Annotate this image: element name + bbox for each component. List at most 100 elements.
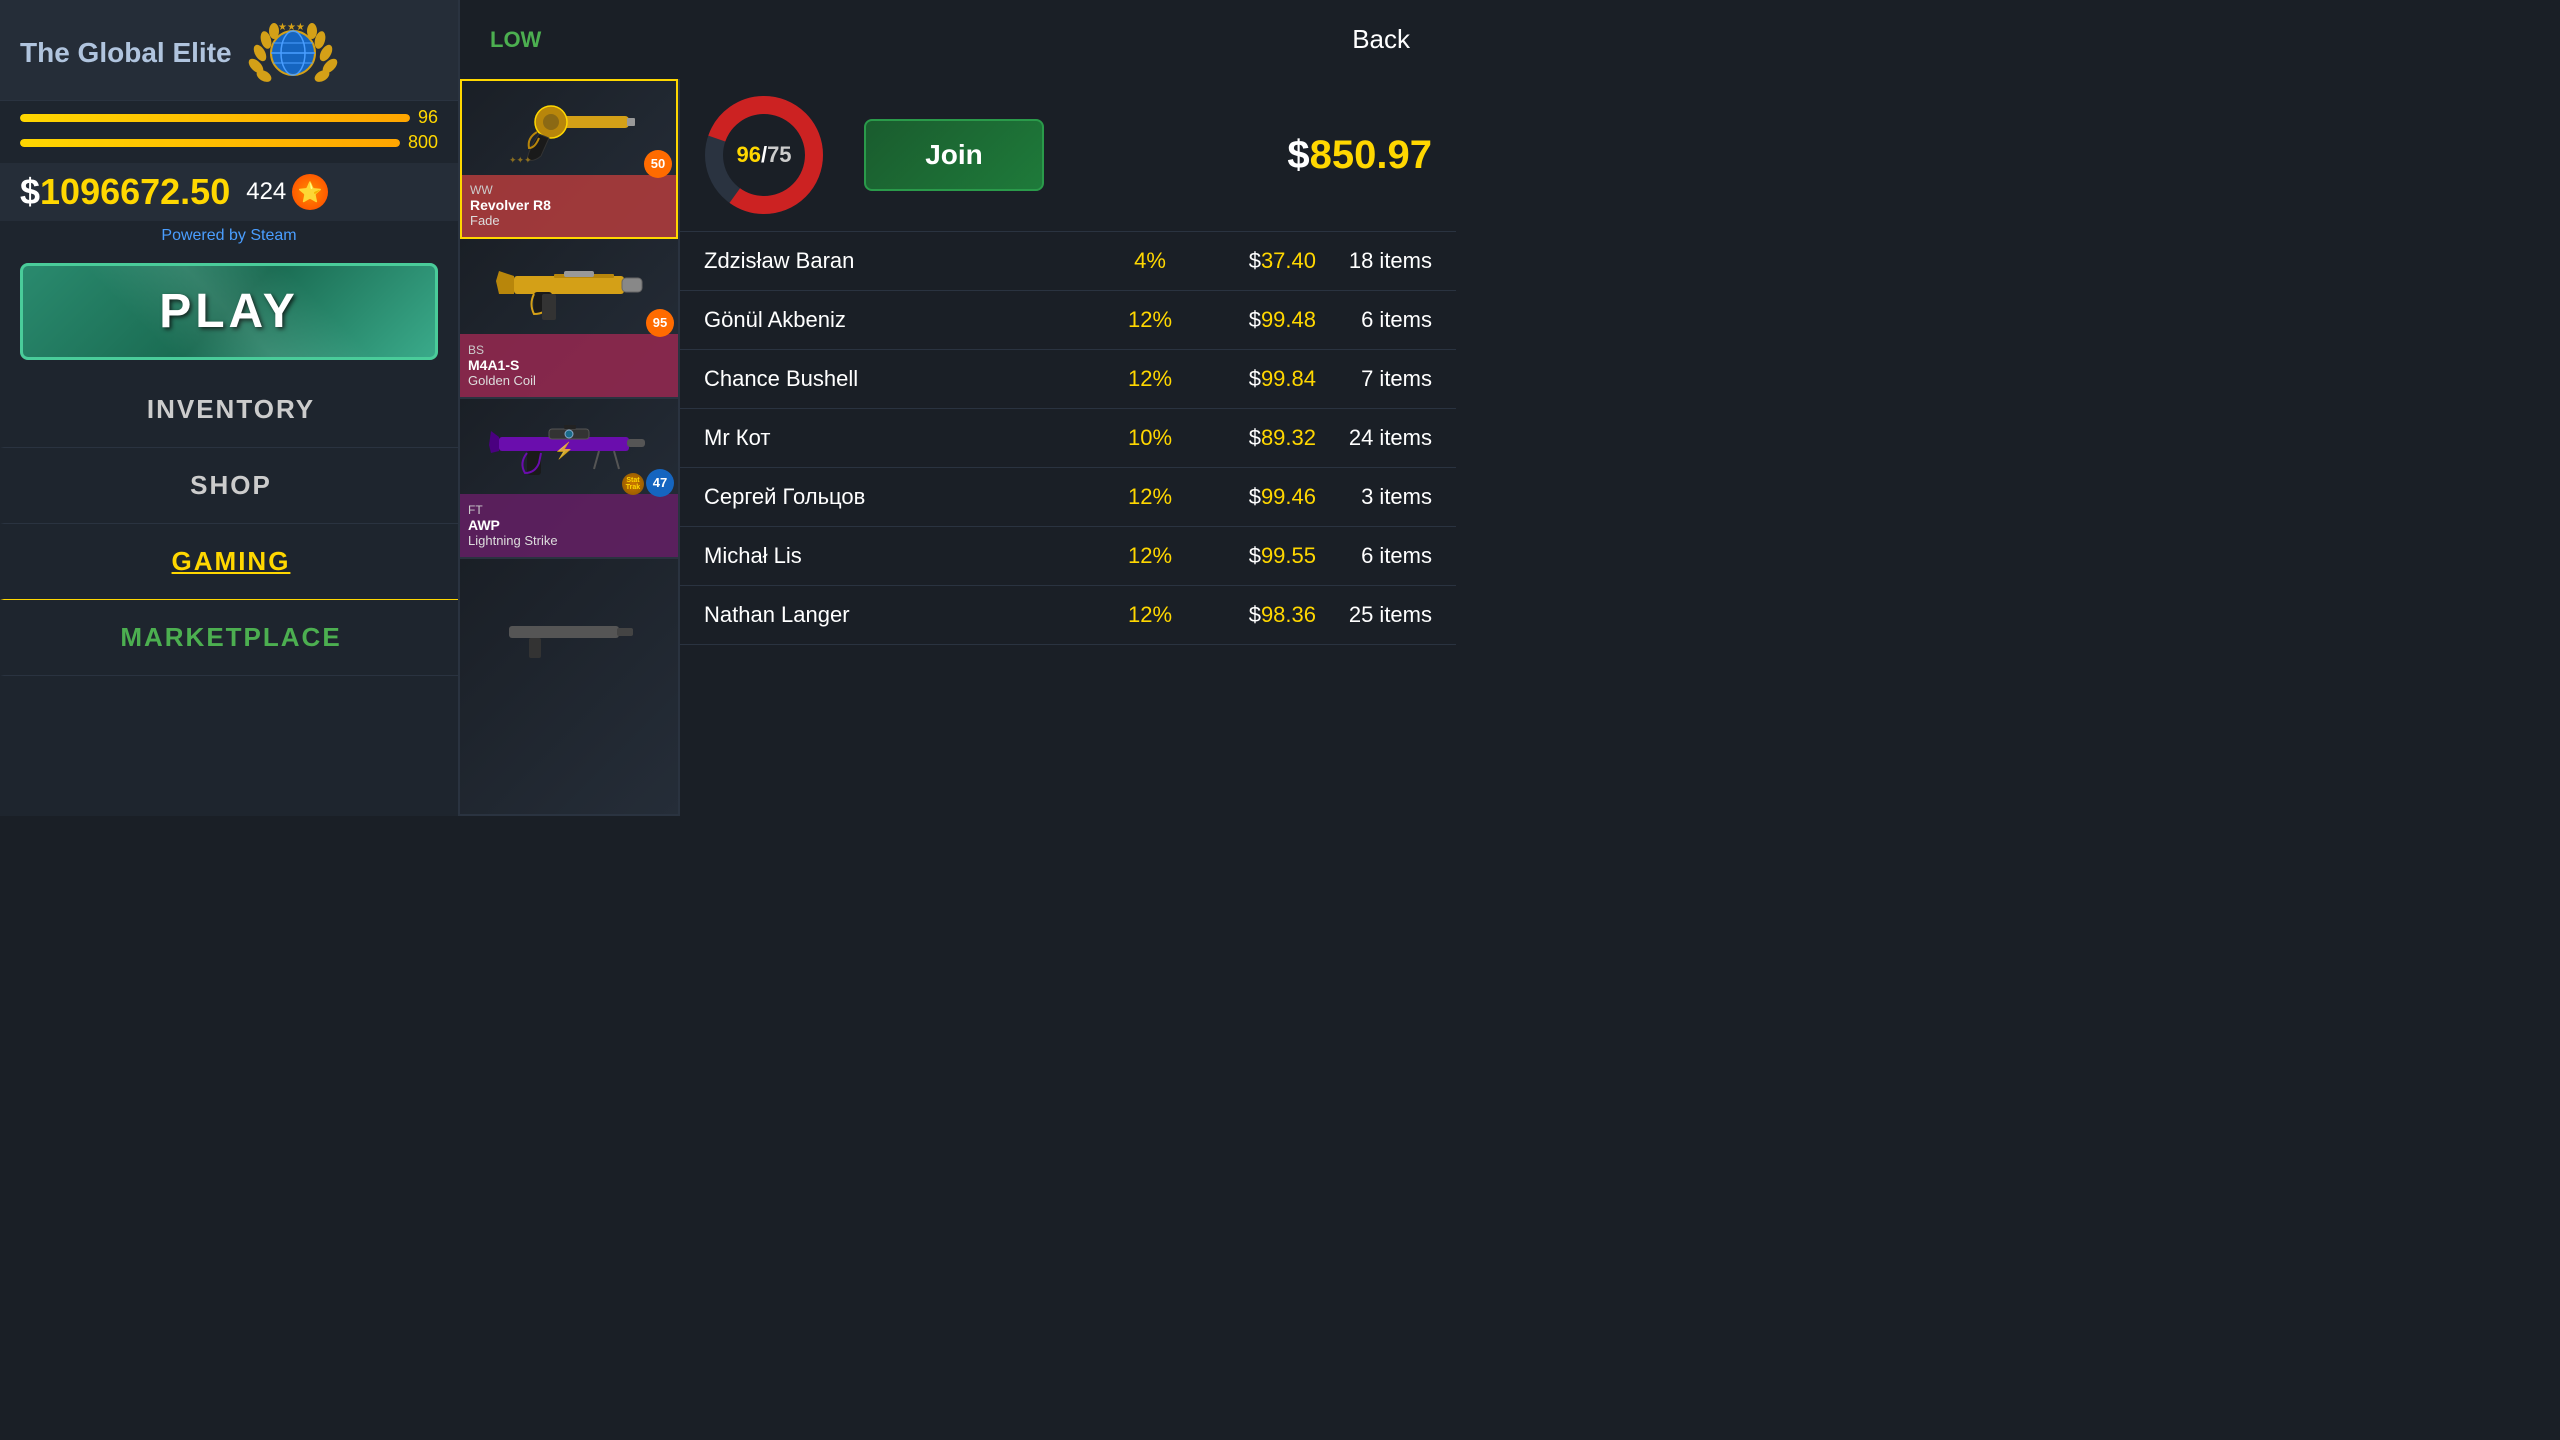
weapon-card-m4a1[interactable]: BS M4A1-S Golden Coil 95 [460, 239, 678, 399]
shop-label: SHOP [190, 470, 272, 500]
play-button[interactable]: PLAY [20, 263, 438, 360]
weapon-count-awp: 47 [646, 469, 674, 497]
player-count-text: 96/75 [736, 142, 791, 168]
xp-label-bottom: 800 [408, 132, 438, 153]
sidebar-item-shop[interactable]: SHOP [0, 448, 458, 524]
stars-count: 424 [246, 178, 286, 206]
weapon-rarity-revolver: WW [470, 183, 668, 197]
nav-items: INVENTORY SHOP GAMING MARKETPLACE [0, 372, 458, 676]
top-header: LOW Back [460, 0, 1456, 79]
content-body: ✦✦✦ WW Revolver R8 Fade 50 [460, 79, 1456, 816]
count-max: 75 [767, 142, 791, 167]
xp-label-top: 96 [418, 107, 438, 128]
player-value: $89.32 [1196, 425, 1316, 451]
sidebar: The Global Elite [0, 0, 460, 816]
player-row[interactable]: Gönül Akbeniz 12% $99.48 6 items [680, 291, 1456, 350]
player-items: 18 items [1332, 248, 1432, 274]
count-current: 96 [736, 142, 760, 167]
pot-amount: 850.97 [1310, 133, 1432, 177]
player-items: 6 items [1332, 307, 1432, 333]
player-row[interactable]: Mr Кот 10% $89.32 24 items [680, 409, 1456, 468]
player-name: Nathan Langer [704, 602, 1104, 628]
player-dollar: $ [1249, 602, 1261, 627]
weapon-count-m4a1: 95 [646, 309, 674, 337]
play-label: PLAY [159, 285, 299, 338]
weapon-info-revolver: WW Revolver R8 Fade [470, 183, 668, 228]
player-value: $99.46 [1196, 484, 1316, 510]
weapon-card-info-revolver: WW Revolver R8 Fade [462, 175, 676, 237]
dollar-sign: $ [20, 171, 40, 212]
player-percent: 12% [1120, 366, 1180, 392]
pot-dollar: $ [1287, 133, 1309, 177]
player-items: 25 items [1332, 602, 1432, 628]
player-row[interactable]: Zdzisław Baran 4% $37.40 18 items [680, 232, 1456, 291]
star-icon: ⭐ [292, 174, 328, 210]
weapon-info-awp: FT AWP Lightning Strike [468, 503, 670, 548]
player-dollar: $ [1249, 248, 1261, 273]
weapon-card-awp[interactable]: ⚡ FT AWP Lightning Strike [460, 399, 678, 559]
main-content: LOW Back [460, 0, 1456, 816]
marketplace-label: MARKETPLACE [120, 622, 341, 652]
steam-brand: Steam [250, 227, 296, 244]
player-percent: 12% [1120, 602, 1180, 628]
weapon-img-extra [460, 559, 678, 712]
xp-bar-fill-top [20, 114, 410, 122]
player-items: 7 items [1332, 366, 1432, 392]
player-value: $99.84 [1196, 366, 1316, 392]
rank-text: The Global Elite [20, 38, 232, 69]
weapon-list: ✦✦✦ WW Revolver R8 Fade 50 [460, 79, 680, 816]
weapon-name-m4a1: M4A1-S [468, 357, 670, 373]
player-name: Chance Bushell [704, 366, 1104, 392]
player-name: Сергей Гольцов [704, 484, 1104, 510]
weapon-count-revolver: 50 [644, 150, 672, 178]
weapon-card-revolver[interactable]: ✦✦✦ WW Revolver R8 Fade 50 [460, 79, 678, 239]
player-name: Gönül Akbeniz [704, 307, 1104, 333]
match-info: 96/75 Join $850.97 [680, 79, 1456, 232]
player-items: 3 items [1332, 484, 1432, 510]
player-name: Mr Кот [704, 425, 1104, 451]
powered-by-prefix: Powered by [161, 227, 246, 244]
rank-section: The Global Elite [0, 0, 458, 101]
weapon-card-extra[interactable] [460, 559, 678, 816]
status-label: LOW [490, 27, 541, 53]
player-dollar: $ [1249, 484, 1261, 509]
player-name: Michał Lis [704, 543, 1104, 569]
player-row[interactable]: Michał Lis 12% $99.55 6 items [680, 527, 1456, 586]
player-value: $37.40 [1196, 248, 1316, 274]
svg-text:★★★: ★★★ [278, 22, 305, 33]
xp-bar-fill-bottom [20, 139, 400, 147]
player-value: $99.55 [1196, 543, 1316, 569]
pot-value: $850.97 [1287, 133, 1432, 178]
svg-text:✦✦✦: ✦✦✦ [509, 155, 532, 165]
balance-row: $1096672.50 424 ⭐ [0, 163, 458, 221]
weapon-name-awp: AWP [468, 517, 670, 533]
weapon-info-m4a1: BS M4A1-S Golden Coil [468, 343, 670, 388]
balance-amount: $1096672.50 [20, 171, 230, 213]
sidebar-item-gaming[interactable]: GAMING [0, 524, 458, 600]
stars-row: 424 ⭐ [246, 174, 328, 210]
player-dollar: $ [1249, 307, 1261, 332]
sidebar-item-marketplace[interactable]: MARKETPLACE [0, 600, 458, 676]
player-percent: 12% [1120, 543, 1180, 569]
player-row[interactable]: Сергей Гольцов 12% $99.46 3 items [680, 468, 1456, 527]
rank-badge-icon: ★★★ [248, 18, 338, 88]
xp-bar-top [20, 114, 410, 122]
gaming-label: GAMING [172, 546, 291, 576]
player-dollar: $ [1249, 425, 1261, 450]
back-button[interactable]: Back [1336, 16, 1426, 63]
player-row[interactable]: Chance Bushell 12% $99.84 7 items [680, 350, 1456, 409]
m4a1-icon [494, 246, 644, 326]
player-row[interactable]: Nathan Langer 12% $98.36 25 items [680, 586, 1456, 645]
player-count-chart: 96/75 [704, 95, 824, 215]
weapon-skin-m4a1: Golden Coil [468, 373, 670, 388]
rank-badge: ★★★ [248, 18, 338, 88]
stattrak-badge: StatTrak [622, 473, 644, 495]
player-dollar: $ [1249, 366, 1261, 391]
sidebar-item-inventory[interactable]: INVENTORY [0, 372, 458, 448]
player-percent: 12% [1120, 307, 1180, 333]
join-label: Join [925, 139, 983, 170]
weapon-card-info-awp: FT AWP Lightning Strike [460, 494, 678, 557]
player-percent: 12% [1120, 484, 1180, 510]
inventory-label: INVENTORY [147, 394, 315, 424]
join-button[interactable]: Join [864, 119, 1044, 191]
